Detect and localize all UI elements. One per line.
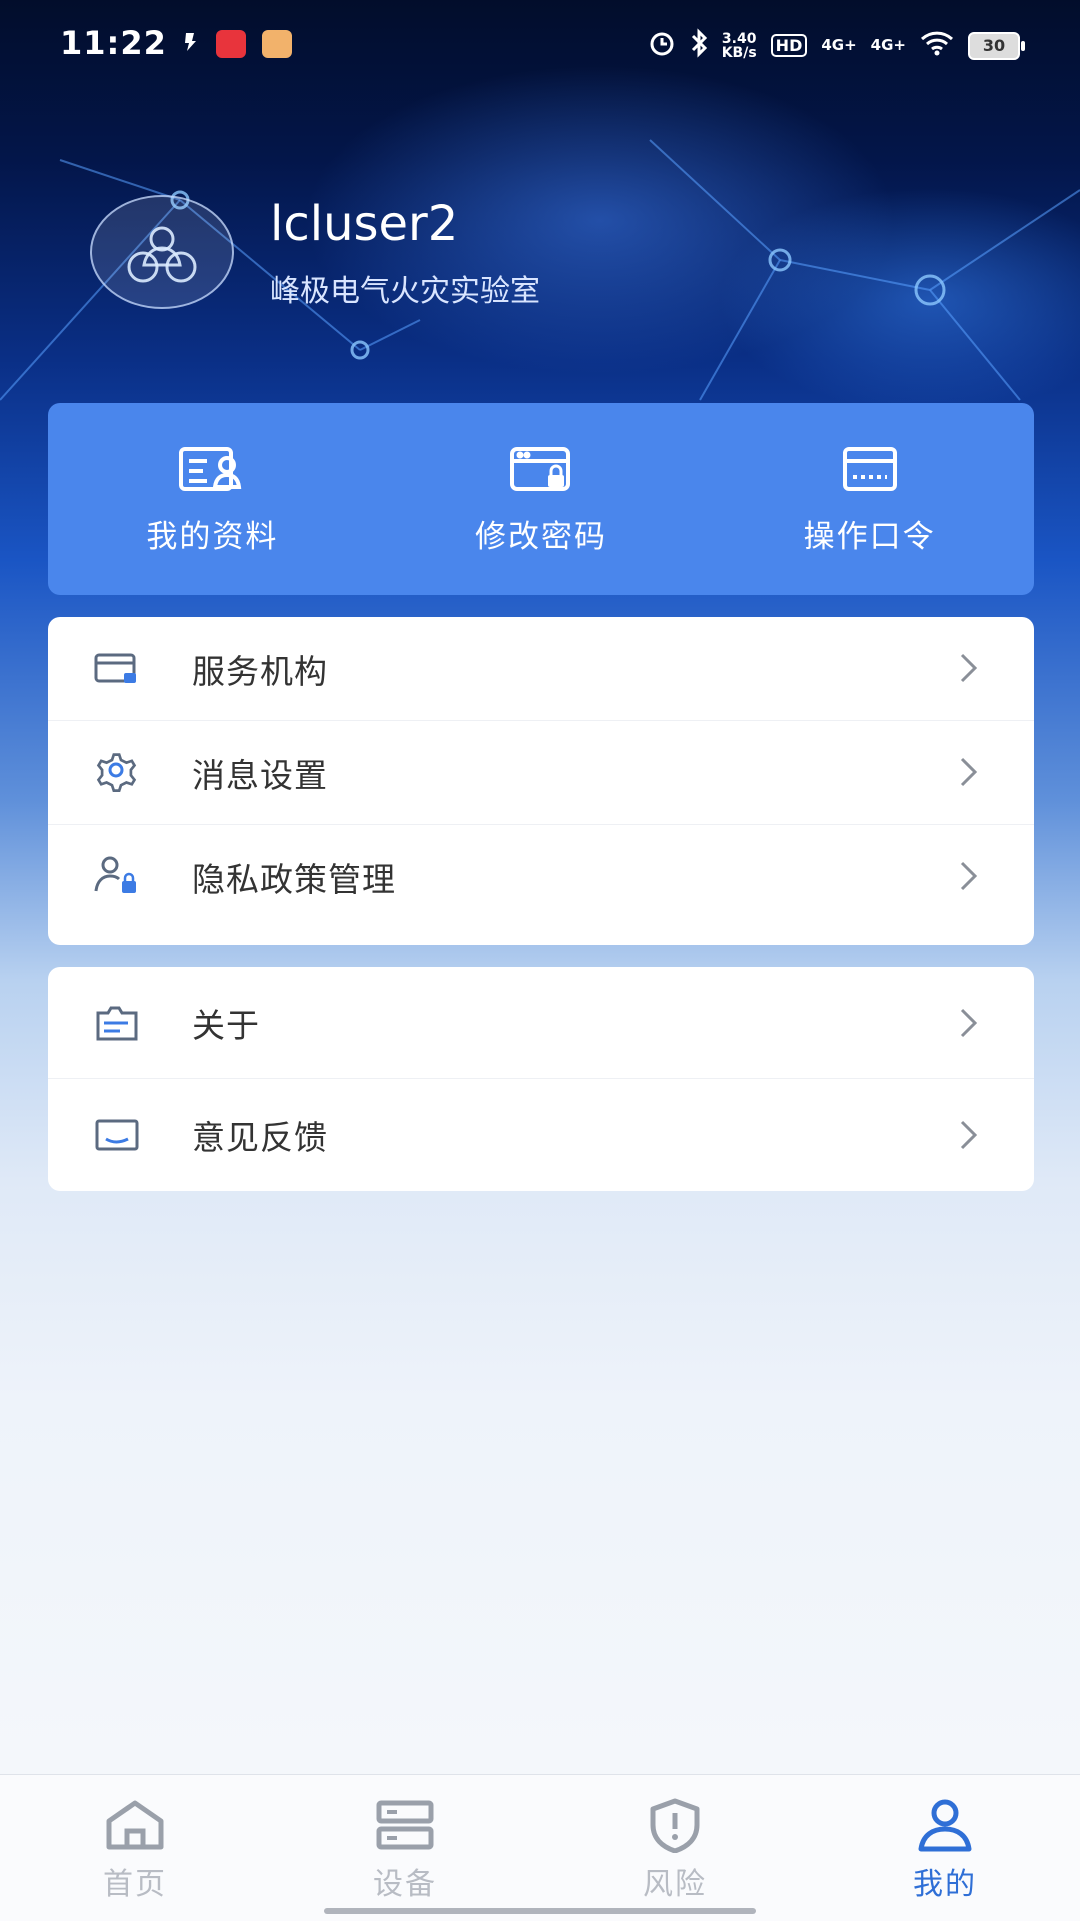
menu-item-label: 消息设置 <box>192 755 328 795</box>
tab-label: 首页 <box>103 1867 167 1902</box>
username: lcluser2 <box>270 196 459 252</box>
menu-item-label: 关于 <box>192 1005 260 1045</box>
quick-actions-card: 我的资料 修改密码 操作口令 <box>48 403 1034 595</box>
bluetooth-icon <box>690 28 708 63</box>
user-icon <box>918 1799 972 1852</box>
chevron-right-icon <box>960 653 978 683</box>
settings-menu-card: 服务机构 消息设置 隐私政策管理 <box>48 617 1034 945</box>
app-notification-icon <box>180 31 200 57</box>
menu-item-label: 隐私政策管理 <box>192 859 396 899</box>
tab-devices[interactable]: 设备 <box>270 1775 540 1921</box>
service-card-icon <box>94 653 136 683</box>
network-speed: 3.40 KB/s <box>721 30 757 61</box>
info-card-icon <box>96 1006 138 1041</box>
tab-label: 风险 <box>643 1867 707 1902</box>
notification-icons <box>180 30 292 58</box>
organization-name: 峰极电气火灾实验室 <box>270 274 540 309</box>
user-group-icon <box>127 226 197 283</box>
gear-icon <box>96 753 137 792</box>
menu-item-label: 服务机构 <box>192 651 328 691</box>
profile-card-icon <box>179 446 242 491</box>
my-profile-label: 我的资料 <box>146 518 279 555</box>
hd-badge: HD <box>770 34 808 57</box>
menu-item-message-settings[interactable]: 消息设置 <box>48 720 1034 824</box>
status-time: 11:22 <box>60 24 167 62</box>
chevron-right-icon <box>960 861 978 891</box>
alarm-icon <box>648 29 676 62</box>
menu-item-privacy-policy[interactable]: 隐私政策管理 <box>48 824 1034 928</box>
operation-password-label: 操作口令 <box>803 518 936 555</box>
avatar[interactable] <box>90 195 234 309</box>
menu-item-feedback[interactable]: 意见反馈 <box>48 1078 1034 1191</box>
signal-4g-1: 4G+ <box>821 36 857 54</box>
home-icon <box>106 1800 164 1850</box>
system-indicators: 3.40 KB/s HD 4G+ 4G+ 30 <box>648 28 1025 63</box>
chevron-right-icon <box>960 1120 978 1150</box>
mascot-app-icon <box>262 30 292 58</box>
tab-label: 我的 <box>913 1867 977 1902</box>
tab-home[interactable]: 首页 <box>0 1775 270 1921</box>
user-lock-icon <box>94 856 136 893</box>
keyboard-icon <box>842 446 897 491</box>
chevron-right-icon <box>960 1008 978 1038</box>
menu-item-label: 意见反馈 <box>192 1118 328 1157</box>
shield-alert-icon <box>650 1798 700 1853</box>
device-icon <box>376 1800 434 1850</box>
my-profile-button[interactable]: 我的资料 <box>48 403 377 595</box>
menu-item-about[interactable]: 关于 <box>48 967 1034 1078</box>
change-password-label: 修改密码 <box>475 518 607 555</box>
chevron-right-icon <box>960 757 978 787</box>
about-menu-card: 关于 意见反馈 <box>48 967 1034 1191</box>
shop-app-icon <box>216 30 246 58</box>
wifi-icon <box>920 30 954 61</box>
feedback-icon <box>95 1119 139 1151</box>
signal-4g-2: 4G+ <box>870 36 906 54</box>
tab-mine[interactable]: 我的 <box>810 1775 1080 1921</box>
home-indicator[interactable] <box>324 1908 756 1914</box>
change-password-button[interactable]: 修改密码 <box>377 403 706 595</box>
battery-indicator: 30 <box>968 31 1025 60</box>
tab-label: 设备 <box>373 1867 437 1902</box>
operation-password-button[interactable]: 操作口令 <box>705 403 1034 595</box>
tab-risk[interactable]: 风险 <box>540 1775 810 1921</box>
password-lock-icon <box>510 446 570 491</box>
bottom-tab-bar: 首页 设备 风险 我的 <box>0 1774 1080 1921</box>
status-bar: 11:22 3.40 KB/s HD 4G+ 4G+ 30 <box>0 0 1080 92</box>
menu-item-service-org[interactable]: 服务机构 <box>48 617 1034 720</box>
